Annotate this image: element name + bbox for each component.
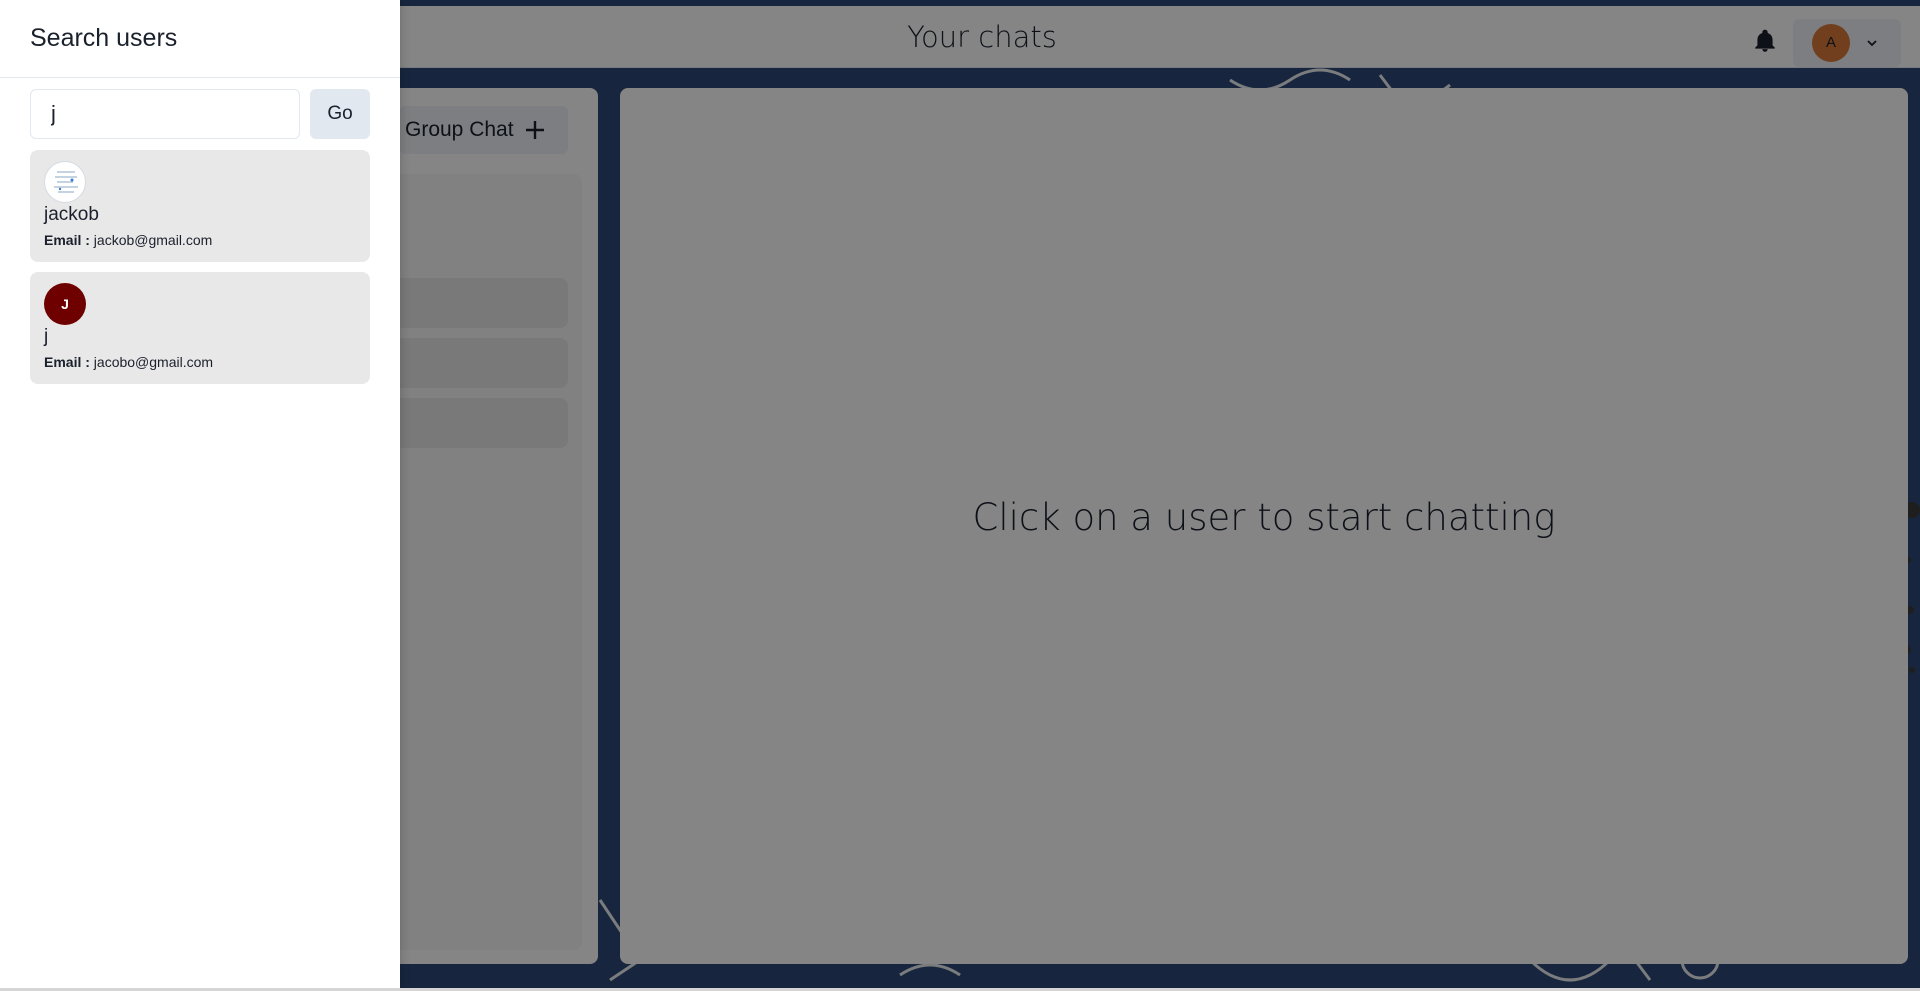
- email-value: jackob@gmail.com: [93, 232, 213, 248]
- drawer-header: Search users: [0, 0, 400, 78]
- result-name: jackob: [44, 204, 99, 225]
- search-result-item[interactable]: J j Email : jacobo@gmail.com: [30, 272, 370, 384]
- avatar: J: [44, 283, 86, 325]
- email-value: jacobo@gmail.com: [93, 354, 214, 370]
- search-input[interactable]: [30, 89, 300, 139]
- result-name: j: [44, 326, 49, 347]
- email-label: Email :: [44, 354, 90, 370]
- email-label: Email :: [44, 232, 90, 248]
- search-result-item[interactable]: jackob Email : jackob@gmail.com: [30, 150, 370, 262]
- result-email: Email : jacobo@gmail.com: [44, 354, 213, 370]
- avatar: [44, 161, 86, 203]
- drawer-title: Search users: [30, 24, 178, 52]
- go-button[interactable]: Go: [310, 89, 370, 139]
- search-drawer: Search users Go jackob Email : jackob@gm…: [0, 0, 400, 988]
- avatar-image: [54, 171, 78, 193]
- result-email: Email : jackob@gmail.com: [44, 232, 212, 248]
